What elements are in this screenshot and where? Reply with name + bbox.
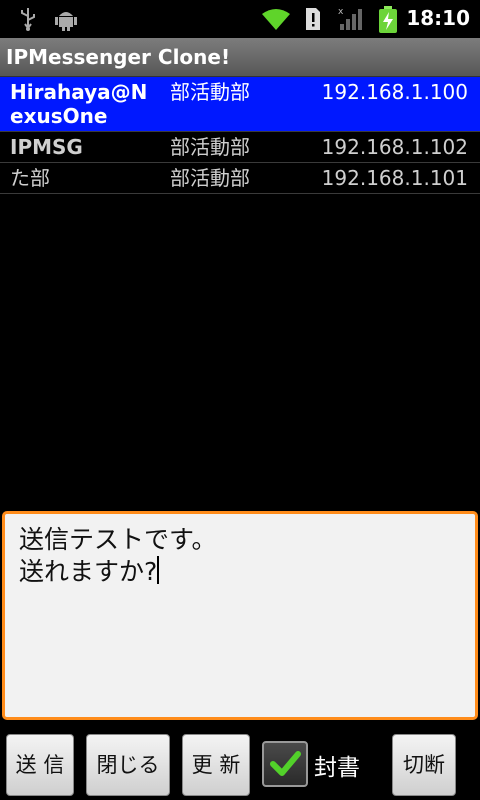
clock: 18:10 xyxy=(406,6,470,30)
checkmark-icon xyxy=(264,751,306,789)
svg-text:x: x xyxy=(338,7,344,17)
message-text: 送信テストです。 送れますか? xyxy=(19,525,217,586)
host-name: た部 xyxy=(10,166,50,190)
sealed-label[interactable]: 封書 xyxy=(314,748,360,782)
android-debug-icon xyxy=(54,6,78,36)
host-group: 部活動部 xyxy=(170,166,250,190)
host-ip: 192.168.1.101 xyxy=(321,166,468,190)
sealed-checkbox[interactable] xyxy=(262,741,308,787)
title-bar: IPMessenger Clone! xyxy=(0,38,480,77)
send-button[interactable]: 送 信 xyxy=(6,734,74,796)
app-title: IPMessenger Clone! xyxy=(6,45,231,69)
host-ip: 192.168.1.100 xyxy=(321,80,468,104)
text-cursor xyxy=(157,556,160,584)
battery-charging-icon xyxy=(378,6,398,38)
host-group: 部活動部 xyxy=(170,135,250,159)
usb-icon xyxy=(18,6,38,36)
host-row[interactable]: た部 部活動部 192.168.1.101 xyxy=(0,163,480,194)
host-row[interactable]: IPMSG 部活動部 192.168.1.102 xyxy=(0,132,480,163)
sim-alert-icon xyxy=(304,6,322,36)
disconnect-button[interactable]: 切断 xyxy=(392,734,456,796)
host-list: Hirahaya@NexusOne 部活動部 192.168.1.100 IPM… xyxy=(0,77,480,194)
host-group: 部活動部 xyxy=(170,80,250,104)
signal-icon: x xyxy=(338,6,364,36)
status-bar: x 18:10 xyxy=(0,0,480,38)
host-ip: 192.168.1.102 xyxy=(321,135,468,159)
host-name: Hirahaya@NexusOne xyxy=(10,80,148,128)
close-button[interactable]: 閉じる xyxy=(86,734,170,796)
host-row[interactable]: Hirahaya@NexusOne 部活動部 192.168.1.100 xyxy=(0,77,480,132)
wifi-icon xyxy=(260,6,292,36)
message-input[interactable]: 送信テストです。 送れますか? xyxy=(2,511,478,720)
host-name: IPMSG xyxy=(10,135,83,159)
refresh-button[interactable]: 更 新 xyxy=(182,734,250,796)
